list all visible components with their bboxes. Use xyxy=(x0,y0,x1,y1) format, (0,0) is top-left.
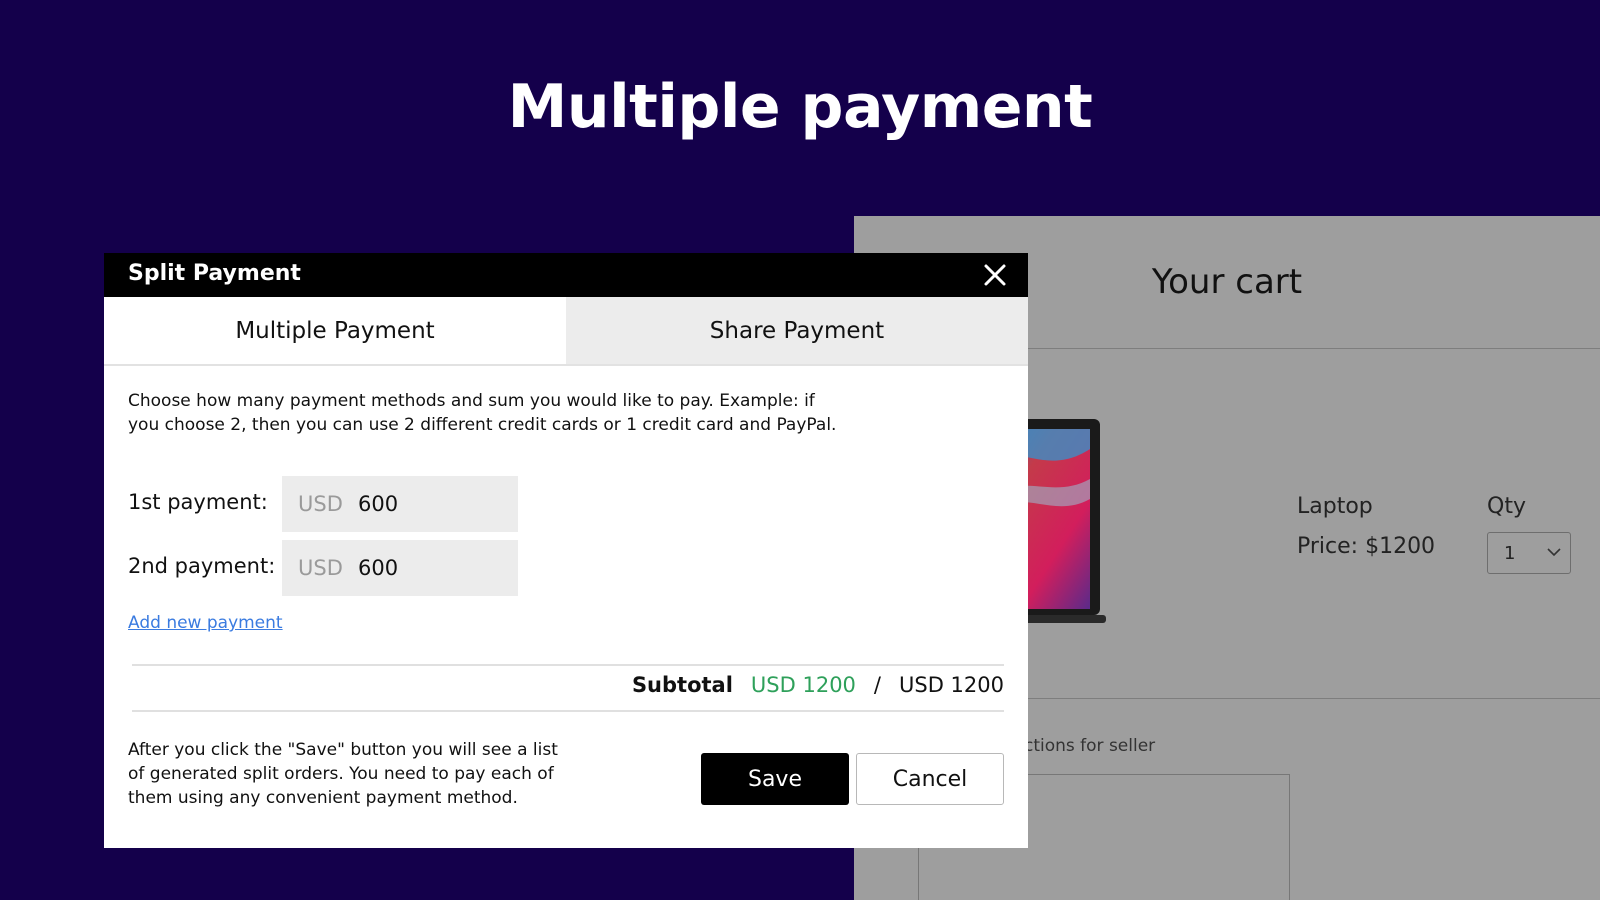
product-price: Price: $1200 xyxy=(1297,534,1436,559)
close-icon[interactable] xyxy=(982,262,1008,288)
qty-label: Qty xyxy=(1487,494,1526,519)
modal-title: Split Payment xyxy=(128,261,301,286)
amount-value: 600 xyxy=(358,492,399,516)
tab-multiple-payment[interactable]: Multiple Payment xyxy=(104,297,566,364)
amount-value: 600 xyxy=(358,556,399,580)
divider xyxy=(132,664,1004,666)
payment-label: 1st payment: xyxy=(128,490,268,514)
seller-instructions-label: ctions for seller xyxy=(1024,736,1156,756)
subtotal-label: Subtotal xyxy=(631,673,733,697)
add-new-payment-link[interactable]: Add new payment xyxy=(128,613,283,633)
subtotal-row: Subtotal USD 1200 / USD 1200 xyxy=(632,673,1004,697)
save-button[interactable]: Save xyxy=(701,753,849,805)
subtotal-current: USD 1200 xyxy=(750,673,856,697)
payment-row: 2nd payment: USD 600 xyxy=(128,540,528,596)
qty-value: 1 xyxy=(1504,543,1516,564)
currency-label: USD xyxy=(298,492,343,516)
payment-row: 1st payment: USD 600 xyxy=(128,476,528,532)
instructions-text: Choose how many payment methods and sum … xyxy=(128,391,837,435)
payment-amount-input[interactable]: USD 600 xyxy=(282,540,518,596)
tab-share-payment[interactable]: Share Payment xyxy=(566,297,1028,364)
split-payment-modal: Split Payment Multiple Payment Share Pay… xyxy=(104,253,1028,848)
payment-amount-input[interactable]: USD 600 xyxy=(282,476,518,532)
modal-header: Split Payment xyxy=(104,253,1028,297)
qty-select[interactable]: 1 xyxy=(1487,532,1571,574)
subtotal-total: USD 1200 xyxy=(899,673,1004,697)
currency-label: USD xyxy=(298,556,343,580)
payment-tabs: Multiple Payment Share Payment xyxy=(104,297,1028,366)
divider xyxy=(132,710,1004,712)
chevron-down-icon xyxy=(1547,548,1561,557)
payment-label: 2nd payment: xyxy=(128,554,276,578)
product-name: Laptop xyxy=(1297,494,1373,519)
cancel-button[interactable]: Cancel xyxy=(856,753,1004,805)
hero-title: Multiple payment xyxy=(507,72,1093,142)
subtotal-separator: / xyxy=(873,673,881,697)
footer-note: After you click the "Save" button you wi… xyxy=(128,740,558,808)
